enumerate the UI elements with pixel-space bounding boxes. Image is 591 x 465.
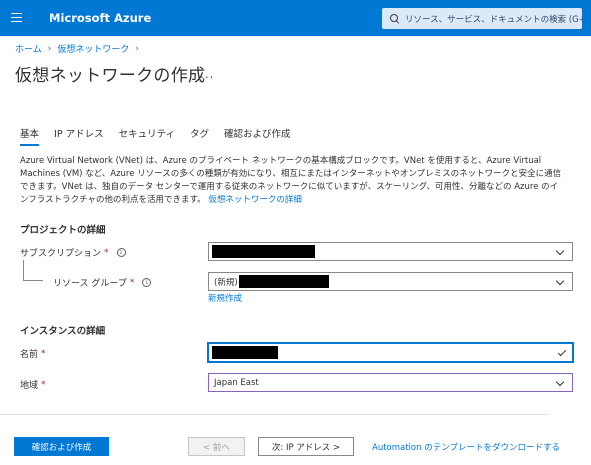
tab-tags[interactable]: タグ xyxy=(190,126,209,146)
top-bar: Microsoft Azure リソース、サービス、ドキュメントの検索 (G+/… xyxy=(0,0,591,36)
info-icon[interactable]: i xyxy=(142,278,152,287)
redacted-value xyxy=(212,346,278,359)
create-new-link[interactable]: 新規作成 xyxy=(208,292,242,304)
review-create-button[interactable]: 確認および作成 xyxy=(14,437,109,456)
description: Azure Virtual Network (VNet) は、Azure のプラ… xyxy=(20,155,565,207)
subscription-label-text: サブスクリプション xyxy=(20,249,102,259)
tab-review-create[interactable]: 確認および作成 xyxy=(224,126,291,146)
tab-basics[interactable]: 基本 xyxy=(20,126,40,146)
tab-security[interactable]: セキュリティ xyxy=(119,126,175,146)
subscription-dropdown[interactable] xyxy=(208,242,573,261)
previous-button[interactable]: < 前へ xyxy=(188,437,245,456)
resource-group-dropdown[interactable]: (新規) xyxy=(208,272,573,291)
subscription-label: サブスクリプション * i xyxy=(20,246,126,259)
info-icon[interactable]: i xyxy=(116,248,126,257)
region-value: Japan East xyxy=(214,377,259,388)
name-input[interactable] xyxy=(207,342,574,363)
chevron-right-icon: › xyxy=(47,43,52,54)
tab-ip-addresses[interactable]: IP アドレス xyxy=(54,126,104,146)
next-button[interactable]: 次: IP アドレス > xyxy=(258,437,354,456)
required-mark: * xyxy=(104,247,109,258)
name-label-text: 名前 xyxy=(20,350,39,360)
project-details-heading: プロジェクトの詳細 xyxy=(20,225,106,236)
search-box[interactable]: リソース、サービス、ドキュメントの検索 (G+/) xyxy=(382,8,582,29)
tree-connector xyxy=(23,260,24,280)
footer-divider xyxy=(0,414,548,415)
learn-more-link[interactable]: 仮想ネットワークの詳細 xyxy=(208,195,302,205)
breadcrumb: ホーム › 仮想ネットワーク › xyxy=(15,42,139,56)
checkmark-icon xyxy=(557,347,567,357)
search-icon xyxy=(390,13,400,24)
chevron-down-icon xyxy=(555,276,565,286)
region-label: 地域 * xyxy=(20,378,46,392)
tree-connector xyxy=(23,280,43,281)
more-options-icon[interactable]: ... xyxy=(200,67,214,81)
redacted-value xyxy=(239,275,329,288)
required-mark: * xyxy=(41,348,46,359)
chevron-down-icon xyxy=(555,246,565,256)
region-dropdown[interactable]: Japan East xyxy=(208,373,573,392)
page-title: 仮想ネットワークの作成 xyxy=(15,66,206,86)
tab-bar: 基本 IP アドレス セキュリティ タグ 確認および作成 xyxy=(20,126,306,146)
download-template-link[interactable]: Automation のテンプレートをダウンロードする xyxy=(372,441,560,453)
breadcrumb-virtual-networks[interactable]: 仮想ネットワーク xyxy=(57,42,129,55)
menu-icon[interactable] xyxy=(11,13,22,22)
breadcrumb-home[interactable]: ホーム xyxy=(15,42,42,55)
resource-group-label-text: リソース グループ xyxy=(53,279,127,289)
brand-title[interactable]: Microsoft Azure xyxy=(49,11,151,25)
search-placeholder: リソース、サービス、ドキュメントの検索 (G+/) xyxy=(405,14,582,25)
name-label: 名前 * xyxy=(20,347,46,361)
instance-details-heading: インスタンスの詳細 xyxy=(20,326,106,337)
redacted-value xyxy=(212,245,315,258)
chevron-right-icon: › xyxy=(135,43,139,54)
required-mark: * xyxy=(41,379,46,390)
resource-group-value: (新規) xyxy=(214,277,238,288)
region-label-text: 地域 xyxy=(20,381,39,391)
chevron-down-icon xyxy=(555,377,565,387)
resource-group-label: リソース グループ * i xyxy=(53,276,152,289)
required-mark: * xyxy=(129,277,135,288)
